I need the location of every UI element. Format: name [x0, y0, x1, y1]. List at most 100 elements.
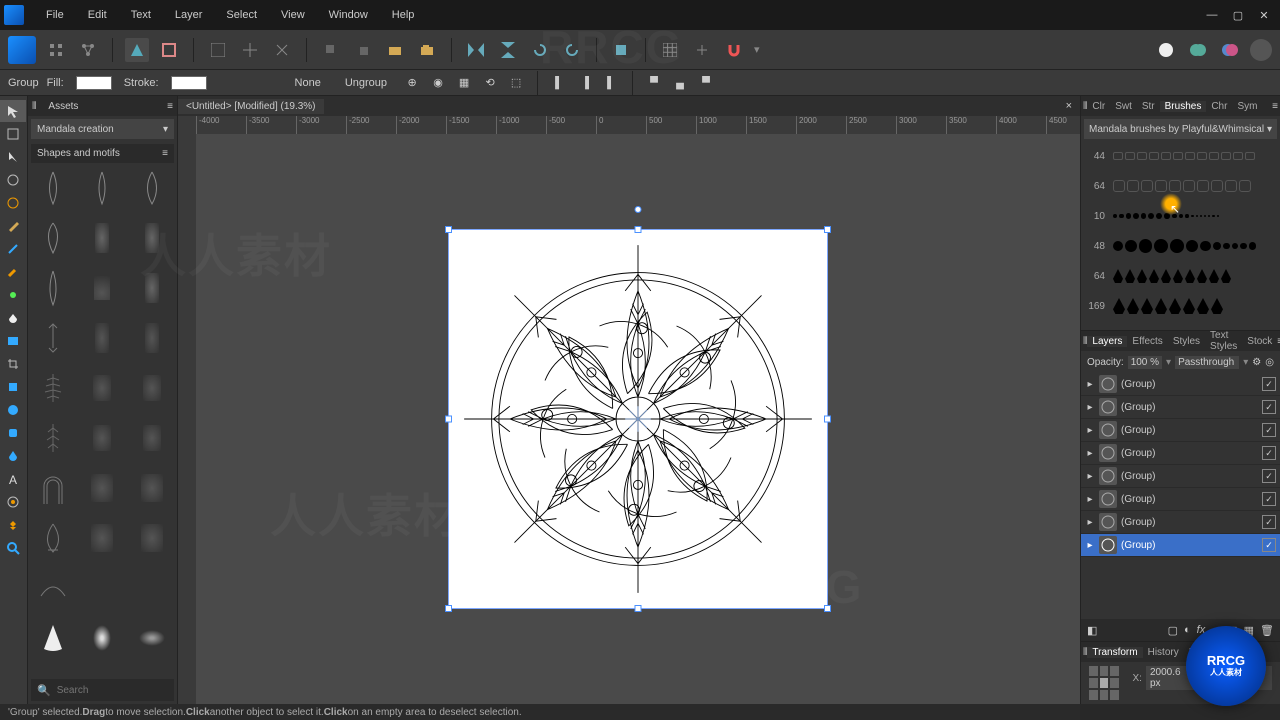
- layer-expand-icon[interactable]: ▸: [1085, 402, 1095, 413]
- assets-search[interactable]: 🔍: [31, 679, 174, 701]
- asset-halo[interactable]: [133, 619, 171, 657]
- handle-sw[interactable]: [445, 605, 452, 612]
- layer-visibility-checkbox[interactable]: ✓: [1262, 446, 1276, 460]
- handle-n[interactable]: [635, 226, 642, 233]
- asset-blur-12[interactable]: [83, 519, 121, 557]
- arrange-forward-icon[interactable]: [351, 38, 375, 62]
- blend-mode-dropdown[interactable]: Passthrough: [1175, 356, 1239, 369]
- asset-petal-2[interactable]: [34, 269, 72, 307]
- brush-preset[interactable]: 44: [1087, 146, 1274, 166]
- tab-effects[interactable]: Effects: [1127, 336, 1167, 347]
- asset-curve[interactable]: [34, 569, 72, 607]
- handle-e[interactable]: [824, 416, 831, 423]
- layer-expand-icon[interactable]: ▸: [1085, 517, 1095, 528]
- tab-stock[interactable]: Stock: [1242, 336, 1277, 347]
- snap-guides-icon[interactable]: [270, 38, 294, 62]
- transparency-tool[interactable]: [0, 307, 26, 329]
- point-transform-tool[interactable]: [0, 169, 26, 191]
- document-close-icon[interactable]: ×: [1058, 100, 1080, 112]
- menu-file[interactable]: File: [36, 5, 74, 25]
- menu-edit[interactable]: Edit: [78, 5, 117, 25]
- asset-blur-7[interactable]: [133, 369, 171, 407]
- layer-target-icon[interactable]: ◎: [1265, 357, 1274, 368]
- tab-textstyles[interactable]: Text Styles: [1205, 330, 1242, 352]
- layer-row[interactable]: ▸ (Group) ✓: [1081, 465, 1280, 488]
- pencil-tool[interactable]: [0, 238, 26, 260]
- crop-tool[interactable]: [0, 353, 26, 375]
- close-button[interactable]: ✕: [1252, 5, 1276, 25]
- canvas-viewport[interactable]: [196, 134, 1080, 704]
- intersect-icon[interactable]: [1218, 38, 1242, 62]
- show-rotation-icon[interactable]: ◉: [429, 74, 447, 92]
- opacity-value[interactable]: 100 %: [1128, 356, 1162, 369]
- asset-leaf-1[interactable]: [34, 169, 72, 207]
- tab-styles[interactable]: Styles: [1168, 336, 1205, 347]
- tab-swatches[interactable]: Swt: [1110, 101, 1137, 112]
- layer-settings-icon[interactable]: ⚙: [1252, 357, 1261, 368]
- asset-blur-8[interactable]: [83, 419, 121, 457]
- delete-layer-icon[interactable]: 🗑: [1260, 624, 1274, 637]
- asset-blur-3[interactable]: [133, 269, 171, 307]
- transform-origin-icon[interactable]: ⊕: [403, 74, 421, 92]
- artboard-tool[interactable]: [0, 123, 26, 145]
- artboard[interactable]: [448, 229, 828, 609]
- assets-section-header[interactable]: Shapes and motifs≡: [31, 144, 174, 163]
- layer-visibility-checkbox[interactable]: ✓: [1262, 515, 1276, 529]
- brush-category-dropdown[interactable]: Mandala brushes by Playful&Whimsical▾: [1084, 119, 1277, 139]
- asset-blur-2[interactable]: [133, 219, 171, 257]
- layer-visibility-checkbox[interactable]: ✓: [1262, 469, 1276, 483]
- layer-list[interactable]: ▸ (Group) ✓ ▸ (Group) ✓ ▸ (Group) ✓ ▸ (G…: [1081, 373, 1280, 619]
- asset-blur-4[interactable]: [83, 319, 121, 357]
- minimize-button[interactable]: —: [1200, 5, 1224, 25]
- fill-swatch[interactable]: [76, 76, 112, 90]
- folder-open-icon[interactable]: [415, 38, 439, 62]
- anchor-selector[interactable]: [1089, 666, 1119, 700]
- layer-visibility-checkbox[interactable]: ✓: [1262, 400, 1276, 414]
- asset-blur-13[interactable]: [133, 519, 171, 557]
- flip-vertical-icon[interactable]: [496, 38, 520, 62]
- align-middle-icon[interactable]: ▄: [671, 74, 689, 92]
- brush-preset[interactable]: 48: [1087, 236, 1274, 256]
- snap-grid-icon[interactable]: [238, 38, 262, 62]
- folder-icon[interactable]: [383, 38, 407, 62]
- add-circle-icon[interactable]: [1154, 38, 1178, 62]
- rotate-handle[interactable]: [635, 206, 642, 213]
- layer-expand-icon[interactable]: ▸: [1085, 471, 1095, 482]
- tab-character[interactable]: Chr: [1206, 101, 1232, 112]
- brush-preset[interactable]: 169: [1087, 296, 1274, 316]
- align-bottom-icon[interactable]: ▀: [697, 74, 715, 92]
- asset-cone[interactable]: [34, 619, 72, 657]
- view-tool[interactable]: [0, 514, 26, 536]
- menu-select[interactable]: Select: [216, 5, 267, 25]
- brush-tool[interactable]: [0, 261, 26, 283]
- layer-expand-icon[interactable]: ▸: [1085, 448, 1095, 459]
- asset-arrow[interactable]: [34, 319, 72, 357]
- menu-layer[interactable]: Layer: [165, 5, 213, 25]
- guides-icon[interactable]: [690, 38, 714, 62]
- tear-tool[interactable]: [0, 445, 26, 467]
- align-left-icon[interactable]: ▌: [550, 74, 568, 92]
- magnet-icon[interactable]: [722, 38, 746, 62]
- rotate-ccw-icon[interactable]: [528, 38, 552, 62]
- tab-stroke[interactable]: Str: [1137, 101, 1160, 112]
- layer-expand-icon[interactable]: ▸: [1085, 379, 1095, 390]
- rotate-cw-icon[interactable]: [560, 38, 584, 62]
- assets-tab[interactable]: Assets: [40, 101, 86, 112]
- asset-blur-5[interactable]: [133, 319, 171, 357]
- document-tab[interactable]: <Untitled> [Modified] (19.3%): [178, 99, 324, 114]
- assets-category-dropdown[interactable]: Mandala creation▾: [31, 119, 174, 139]
- align-center-icon[interactable]: ▐: [576, 74, 594, 92]
- stroke-none-button[interactable]: None: [287, 75, 329, 91]
- layer-row[interactable]: ▸ (Group) ✓: [1081, 396, 1280, 419]
- layer-row[interactable]: ▸ (Group) ✓: [1081, 373, 1280, 396]
- tab-layers[interactable]: Layers: [1087, 336, 1127, 347]
- tab-brushes[interactable]: Brushes: [1160, 101, 1207, 112]
- corner-tool[interactable]: [0, 192, 26, 214]
- layer-expand-icon[interactable]: ▸: [1085, 425, 1095, 436]
- asset-glow[interactable]: [83, 619, 121, 657]
- layer-row[interactable]: ▸ (Group) ✓: [1081, 534, 1280, 557]
- handle-w[interactable]: [445, 416, 452, 423]
- menu-text[interactable]: Text: [121, 5, 161, 25]
- text-tool[interactable]: A: [0, 468, 26, 490]
- zoom-tool[interactable]: [0, 537, 26, 559]
